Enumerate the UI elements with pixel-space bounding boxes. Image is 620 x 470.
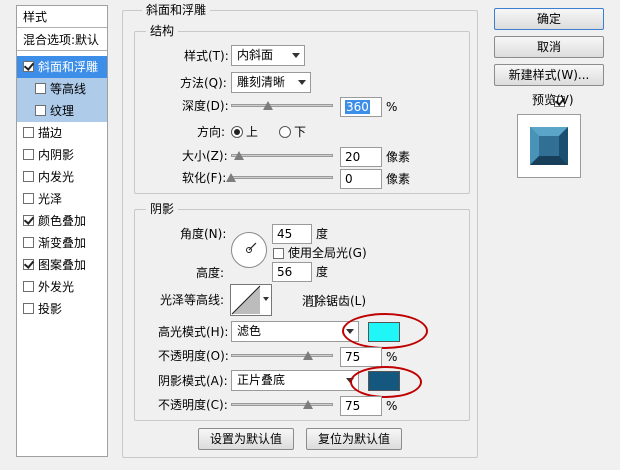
style-item-bevel-emboss[interactable]: 斜面和浮雕 <box>17 56 107 78</box>
size-unit: 像素 <box>386 150 411 164</box>
direction-up-label: 上 <box>246 125 259 139</box>
highlight-mode-select[interactable]: 滤色 <box>231 321 359 342</box>
highlight-opacity-label: 不透明度(O): <box>158 349 229 363</box>
gloss-contour-picker[interactable] <box>230 284 272 316</box>
checkbox-pattern-overlay[interactable] <box>23 259 34 270</box>
method-select[interactable]: 雕刻清晰 <box>231 72 311 93</box>
size-input[interactable]: 20 <box>340 147 382 167</box>
depth-unit: % <box>386 100 398 114</box>
highlight-annotation-oval <box>342 313 428 349</box>
direction-down-label: 下 <box>294 125 307 139</box>
shadow-mode-select[interactable]: 正片叠底 <box>231 370 359 391</box>
altitude-unit: 度 <box>316 265 329 279</box>
styles-header[interactable]: 样式 <box>17 6 107 28</box>
style-list: 样式 混合选项:默认 斜面和浮雕 等高线 纹理 描边 内阴影 内发光 光泽 颜色… <box>16 5 108 457</box>
direction-label: 方向: <box>197 125 226 139</box>
reset-default-button[interactable]: 复位为默认值 <box>306 428 402 450</box>
soften-slider-track[interactable] <box>231 176 333 179</box>
ok-button[interactable]: 确定 <box>494 8 604 30</box>
highlight-opacity-thumb[interactable] <box>302 351 313 360</box>
style-item-inner-glow[interactable]: 内发光 <box>17 166 107 188</box>
shadow-opacity-label: 不透明度(C): <box>158 398 228 412</box>
style-preview-thumbnail <box>517 114 581 178</box>
angle-dial[interactable] <box>231 232 267 268</box>
global-light-checkbox[interactable] <box>273 248 284 259</box>
checkbox-satin[interactable] <box>23 193 34 204</box>
checkbox-gradient-overlay[interactable] <box>23 237 34 248</box>
depth-label: 深度(D): <box>182 99 229 113</box>
altitude-input[interactable]: 56 <box>272 262 312 282</box>
shadow-mode-label: 阴影模式(A): <box>158 374 228 388</box>
size-slider-thumb[interactable] <box>234 151 245 160</box>
angle-input[interactable]: 45 <box>272 224 312 244</box>
shadow-opacity-thumb[interactable] <box>302 400 313 409</box>
cancel-button[interactable]: 取消 <box>494 36 604 58</box>
blending-options-item[interactable]: 混合选项:默认 <box>17 29 107 51</box>
checkbox-outer-glow[interactable] <box>23 281 34 292</box>
anti-alias-label: 消除锯齿(L) <box>302 294 367 308</box>
shadow-opacity-unit: % <box>386 399 398 413</box>
style-item-texture[interactable]: 纹理 <box>17 100 107 122</box>
size-slider-track[interactable] <box>231 154 333 157</box>
style-item-contour[interactable]: 等高线 <box>17 78 107 100</box>
style-item-satin[interactable]: 光泽 <box>17 188 107 210</box>
preview-swatch-icon <box>530 127 568 165</box>
highlight-mode-label: 高光模式(H): <box>158 325 229 339</box>
angle-label: 角度(N): <box>180 227 227 241</box>
checkbox-stroke[interactable] <box>23 127 34 138</box>
size-label: 大小(Z): <box>182 149 228 163</box>
direction-down-radio[interactable] <box>279 126 291 138</box>
style-item-gradient-overlay[interactable]: 渐变叠加 <box>17 232 107 254</box>
gloss-contour-label: 光泽等高线: <box>160 293 225 307</box>
depth-input[interactable]: 360 <box>340 97 382 117</box>
soften-slider-thumb[interactable] <box>226 173 236 182</box>
shading-title: 阴影 <box>146 201 179 217</box>
checkbox-contour[interactable] <box>35 83 46 94</box>
global-light-label: 使用全局光(G) <box>288 246 367 260</box>
preview-label: 预览(V) <box>532 93 574 107</box>
structure-title: 结构 <box>146 23 179 39</box>
highlight-opacity-unit: % <box>386 350 398 364</box>
soften-label: 软化(F): <box>182 171 227 185</box>
depth-slider-track[interactable] <box>231 104 333 107</box>
checkbox-inner-shadow[interactable] <box>23 149 34 160</box>
chevron-down-icon <box>292 53 300 58</box>
chevron-down-icon <box>298 80 306 85</box>
contour-preview-icon <box>231 285 261 315</box>
new-style-button[interactable]: 新建样式(W)... <box>494 64 604 86</box>
angle-unit: 度 <box>316 227 329 241</box>
soften-unit: 像素 <box>386 172 411 186</box>
depth-slider-thumb[interactable] <box>262 101 273 110</box>
direction-up-radio[interactable] <box>231 126 243 138</box>
highlight-opacity-input[interactable]: 75 <box>340 347 382 367</box>
checkbox-drop-shadow[interactable] <box>23 303 34 314</box>
style-item-inner-shadow[interactable]: 内阴影 <box>17 144 107 166</box>
method-label: 方法(Q): <box>180 76 227 90</box>
checkbox-color-overlay[interactable] <box>23 215 34 226</box>
style-label: 样式(T): <box>184 49 229 63</box>
style-item-stroke[interactable]: 描边 <box>17 122 107 144</box>
shadow-opacity-track[interactable] <box>231 403 333 406</box>
checkbox-inner-glow[interactable] <box>23 171 34 182</box>
set-default-button[interactable]: 设置为默认值 <box>198 428 294 450</box>
altitude-label: 高度: <box>196 266 225 280</box>
angle-needle-icon <box>246 242 257 253</box>
checkbox-bevel-emboss[interactable] <box>23 61 34 72</box>
chevron-down-icon <box>263 297 269 301</box>
style-item-color-overlay[interactable]: 颜色叠加 <box>17 210 107 232</box>
soften-input[interactable]: 0 <box>340 169 382 189</box>
shadow-annotation-oval <box>350 366 422 398</box>
shadow-opacity-input[interactable]: 75 <box>340 396 382 416</box>
style-item-drop-shadow[interactable]: 投影 <box>17 298 107 320</box>
highlight-opacity-track[interactable] <box>231 354 333 357</box>
style-item-pattern-overlay[interactable]: 图案叠加 <box>17 254 107 276</box>
style-item-outer-glow[interactable]: 外发光 <box>17 276 107 298</box>
style-select[interactable]: 内斜面 <box>231 45 305 66</box>
bevel-emboss-title: 斜面和浮雕 <box>142 2 211 18</box>
checkbox-texture[interactable] <box>35 105 46 116</box>
